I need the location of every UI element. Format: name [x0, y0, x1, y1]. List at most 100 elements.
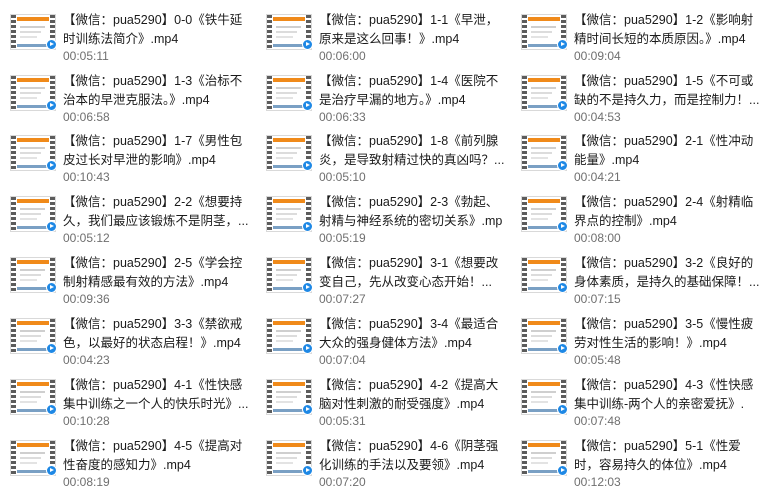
thumbnail-header [17, 321, 49, 325]
film-strip-icon [267, 76, 272, 110]
file-name[interactable]: 【微信：pua5290】1-3《治标不 治本的早泄克服法。》.mp4 [63, 72, 249, 110]
file-item[interactable]: 【微信：pua5290】0-0《铁牛延 时训练法简介》.mp4 00:05:11 [2, 6, 252, 63]
file-item[interactable]: 【微信：pua5290】4-6《阴茎强 化训练的手法以及要领》.mp4 00:07:… [258, 432, 508, 489]
file-name[interactable]: 【微信：pua5290】3-5《慢性疲 劳对性生活的影响！》.mp4 [574, 315, 760, 353]
file-name[interactable]: 【微信：pua5290】1-5《不可或 缺的不是持久力，而是控制力！... [574, 72, 760, 110]
file-item[interactable]: 【微信：pua5290】1-8《前列腺 炎，是导致射精过快的真凶吗？... 00:0… [258, 127, 508, 184]
file-name[interactable]: 【微信：pua5290】2-4《射精临 界点的控制》.mp4 [574, 193, 760, 231]
file-item[interactable]: 【微信：pua5290】2-5《学会控 制射精感最有效的方法》.mp4 00:09:… [2, 249, 252, 306]
file-item[interactable]: 【微信：pua5290】3-5《慢性疲 劳对性生活的影响！》.mp4 00:05:4… [513, 310, 763, 367]
thumbnail-text-line [20, 330, 45, 332]
play-icon [557, 39, 568, 50]
file-item[interactable]: 【微信：pua5290】1-5《不可或 缺的不是持久力，而是控制力！... 00:0… [513, 67, 763, 124]
file-item[interactable]: 【微信：pua5290】1-2《影响射 精时间长短的本质原因。》.mp4 00:09… [513, 6, 763, 63]
file-item[interactable]: 【微信：pua5290】4-5《提高对 性奋度的感知力》.mp4 00:08:19 [2, 432, 252, 489]
file-name-line2: 缺的不是持久力，而是控制力！... [574, 93, 760, 107]
file-item[interactable]: 【微信：pua5290】4-2《提高大 脑对性刺激的耐受强度》.mp4 00:05:… [258, 371, 508, 428]
thumbnail-footer [273, 409, 305, 412]
file-item[interactable]: 【微信：pua5290】1-3《治标不 治本的早泄克服法。》.mp4 00:06:5… [2, 67, 252, 124]
file-duration: 00:04:53 [574, 110, 621, 124]
thumbnail-footer [17, 226, 49, 229]
file-name[interactable]: 【微信：pua5290】1-1《早泄， 原来是这么回事！》.mp4 [319, 11, 505, 49]
file-duration: 00:06:33 [319, 110, 366, 124]
film-strip-icon [522, 319, 527, 353]
thumbnail-text-line [531, 274, 552, 276]
file-name[interactable]: 【微信：pua5290】4-3《性快感集中训练-两个人的亲密爱抚》.m... [574, 376, 760, 414]
film-strip-icon [522, 136, 527, 170]
file-name[interactable]: 【微信：pua5290】2-3《勃起、射精与神经系统的密切关系》.mp4 [319, 193, 505, 231]
thumbnail-footer [528, 165, 560, 168]
file-name-line2: 大众的强身健体方法》.mp4 [319, 336, 472, 350]
file-name[interactable]: 【微信：pua5290】1-7《男性包 皮过长对早泄的影响》.mp4 [63, 132, 249, 170]
file-name-line2: 劳对性生活的影响！》.mp4 [574, 336, 727, 350]
file-grid: 【微信：pua5290】0-0《铁牛延 时训练法简介》.mp4 00:05:11 【微… [0, 0, 774, 500]
thumbnail-footer [273, 105, 305, 108]
film-strip-icon [11, 197, 16, 231]
file-item[interactable]: 【微信：pua5290】4-3《性快感集中训练-两个人的亲密爱抚》.m...00… [513, 371, 763, 428]
file-name-line2: 集中训练-两个人的亲密爱抚》.m... [574, 397, 745, 411]
file-item[interactable]: 【微信：pua5290】3-1《想要改 变自己，先从改变心态开始！... 00:07… [258, 249, 508, 306]
thumbnail-text-line [276, 335, 297, 337]
file-item[interactable]: 【微信：pua5290】2-1《性冲动 能量》.mp4 00:04:21 [513, 127, 763, 184]
file-name[interactable]: 【微信：pua5290】2-5《学会控 制射精感最有效的方法》.mp4 [63, 254, 249, 292]
file-name-line1: 【微信：pua5290】3-3《禁欲戒 [63, 317, 243, 331]
thumbnail-footer [528, 44, 560, 47]
file-name[interactable]: 【微信：pua5290】4-2《提高大 脑对性刺激的耐受强度》.mp4 [319, 376, 505, 414]
file-item[interactable]: 【微信：pua5290】2-2《想要持 久，我们最应该锻炼不是阴茎，... 00:0… [2, 188, 252, 245]
film-strip-icon [267, 197, 272, 231]
file-item[interactable]: 【微信：pua5290】3-4《最适合 大众的强身健体方法》.mp4 00:07:0… [258, 310, 508, 367]
thumbnail-text-line [531, 391, 556, 393]
thumbnail-text-line [20, 335, 41, 337]
file-item[interactable]: 【微信：pua5290】1-1《早泄， 原来是这么回事！》.mp4 00:06:00 [258, 6, 508, 63]
film-strip-icon [267, 441, 272, 475]
file-name[interactable]: 【微信：pua5290】3-1《想要改 变自己，先从改变心态开始！... [319, 254, 505, 292]
file-name-line1: 【微信：pua5290】1-1《早泄， [319, 13, 499, 27]
file-name[interactable]: 【微信：pua5290】4-5《提高对 性奋度的感知力》.mp4 [63, 437, 249, 475]
thumbnail-text-line [20, 213, 41, 215]
film-strip-icon [11, 441, 16, 475]
file-duration: 00:05:12 [63, 231, 110, 245]
file-name[interactable]: 【微信：pua5290】2-1《性冲动 能量》.mp4 [574, 132, 760, 170]
file-item[interactable]: 【微信：pua5290】3-3《禁欲戒 色，以最好的状态启程！》.mp4 00:04… [2, 310, 252, 367]
file-name[interactable]: 【微信：pua5290】1-2《影响射 精时间长短的本质原因。》.mp4 [574, 11, 760, 49]
play-icon [557, 221, 568, 232]
thumbnail-footer [273, 287, 305, 290]
file-name[interactable]: 【微信：pua5290】1-8《前列腺 炎，是导致射精过快的真凶吗？... [319, 132, 505, 170]
file-name-line1: 【微信：pua5290】2-5《学会控 [63, 256, 243, 270]
thumbnail-header [528, 78, 560, 82]
file-name[interactable]: 【微信：pua5290】0-0《铁牛延 时训练法简介》.mp4 [63, 11, 249, 49]
thumbnail-header [17, 17, 49, 21]
thumbnail-footer [528, 287, 560, 290]
file-name-line2: 精时间长短的本质原因。》.mp4 [574, 32, 746, 46]
file-name-line1: 【微信：pua5290】2-2《想要持 [63, 195, 243, 209]
thumbnail-text-line [276, 269, 301, 271]
thumbnail-footer [17, 287, 49, 290]
file-name[interactable]: 【微信：pua5290】3-2《良好的 身体素质，是持久的基础保障！... [574, 254, 760, 292]
thumbnail-text-line [531, 462, 548, 464]
file-item[interactable]: 【微信：pua5290】4-1《性快感 集中训练之一个人的快乐时光》... 00:1… [2, 371, 252, 428]
film-strip-icon [267, 258, 272, 292]
thumbnail-text-line [531, 330, 556, 332]
thumbnail-text-line [20, 340, 37, 342]
file-item[interactable]: 【微信：pua5290】2-4《射精临 界点的控制》.mp4 00:08:00 [513, 188, 763, 245]
file-name[interactable]: 【微信：pua5290】2-2《想要持 久，我们最应该锻炼不是阴茎，... [63, 193, 249, 231]
file-item[interactable]: 【微信：pua5290】2-3《勃起、射精与神经系统的密切关系》.mp400:0… [258, 188, 508, 245]
file-item[interactable]: 【微信：pua5290】1-7《男性包 皮过长对早泄的影响》.mp4 00:10:4… [2, 127, 252, 184]
file-item[interactable]: 【微信：pua5290】1-4《医院不 是治疗早漏的地方。》.mp4 00:06:3… [258, 67, 508, 124]
file-name[interactable]: 【微信：pua5290】3-3《禁欲戒 色，以最好的状态启程！》.mp4 [63, 315, 249, 353]
file-name-line2: 原来是这么回事！》.mp4 [319, 32, 460, 46]
file-name[interactable]: 【微信：pua5290】5-1《性爱 时，容易持久的体位》.mp4 [574, 437, 760, 475]
file-name-line1: 【微信：pua5290】1-4《医院不 [319, 74, 499, 88]
file-item[interactable]: 【微信：pua5290】3-2《良好的 身体素质，是持久的基础保障！... 00:0… [513, 249, 763, 306]
file-name[interactable]: 【微信：pua5290】3-4《最适合 大众的强身健体方法》.mp4 [319, 315, 505, 353]
thumbnail-text-line [276, 97, 293, 99]
thumbnail-text-line [531, 335, 552, 337]
file-item[interactable]: 【微信：pua5290】5-1《性爱 时，容易持久的体位》.mp4 00:12:03 [513, 432, 763, 489]
file-name[interactable]: 【微信：pua5290】1-4《医院不 是治疗早漏的地方。》.mp4 [319, 72, 505, 110]
file-name[interactable]: 【微信：pua5290】4-6《阴茎强 化训练的手法以及要领》.mp4 [319, 437, 505, 475]
thumbnail-text-line [531, 147, 556, 149]
file-name[interactable]: 【微信：pua5290】4-1《性快感 集中训练之一个人的快乐时光》... [63, 376, 249, 414]
file-name-line1: 【微信：pua5290】1-8《前列腺 [319, 134, 499, 148]
film-strip-icon [267, 15, 272, 49]
thumbnail-text-line [20, 26, 45, 28]
